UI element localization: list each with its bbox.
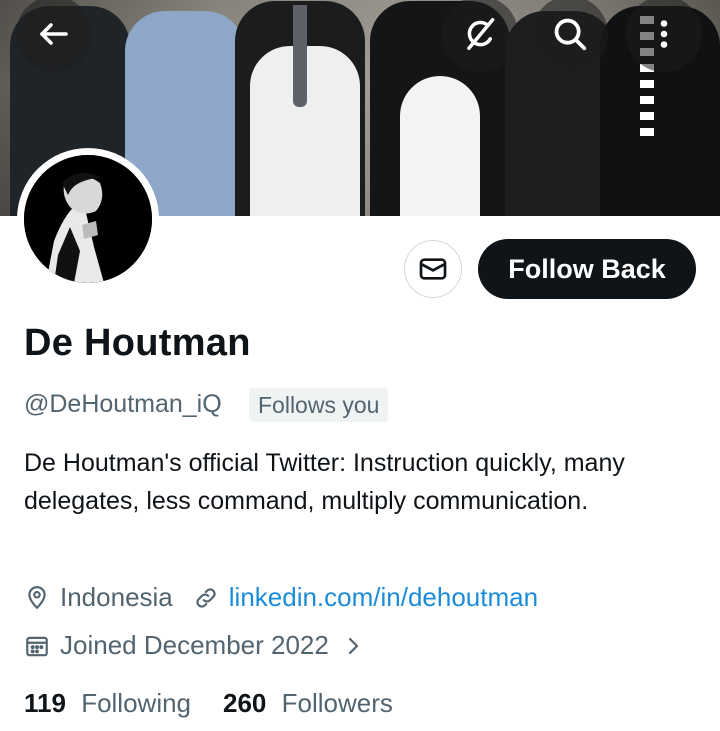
following-count: 119 xyxy=(24,688,66,718)
followers-count: 260 xyxy=(223,688,267,718)
banner-figure xyxy=(400,76,480,216)
more-vertical-icon xyxy=(660,20,668,48)
follow-back-button[interactable]: Follow Back xyxy=(478,239,696,299)
profile-meta-location-row: Indonesia linkedin.com/in/dehoutman xyxy=(24,582,538,613)
profile-name: De Houtman xyxy=(24,322,251,364)
avatar-image xyxy=(24,155,152,283)
back-arrow-icon xyxy=(40,23,68,45)
profile-stats: 119 Following 260 Followers xyxy=(24,688,393,719)
profile-website-link[interactable]: linkedin.com/in/dehoutman xyxy=(229,582,538,613)
profile-bio: De Houtman's official Twitter: Instructi… xyxy=(24,449,625,515)
following-stat[interactable]: 119 Following xyxy=(24,688,191,719)
profile-location: Indonesia xyxy=(60,582,173,612)
envelope-icon xyxy=(419,258,447,280)
avatar[interactable] xyxy=(24,155,152,283)
profile-joined-date: Joined December 2022 xyxy=(60,630,329,660)
profile-meta-joined-row[interactable]: Joined December 2022 xyxy=(24,630,365,661)
chevron-right-icon xyxy=(348,637,358,654)
followers-stat[interactable]: 260 Followers xyxy=(223,688,393,719)
follows-you-badge: Follows you xyxy=(249,388,389,422)
tie xyxy=(293,5,307,107)
link-icon xyxy=(196,587,216,608)
calendar-icon xyxy=(26,636,48,656)
grok-icon xyxy=(467,18,495,50)
followers-label: Followers xyxy=(281,688,393,718)
following-label: Following xyxy=(81,688,192,718)
location-pin-icon xyxy=(28,585,46,609)
message-button[interactable] xyxy=(404,240,462,298)
profile-handle: @DeHoutman_iQ xyxy=(24,390,222,418)
search-icon xyxy=(554,18,587,51)
